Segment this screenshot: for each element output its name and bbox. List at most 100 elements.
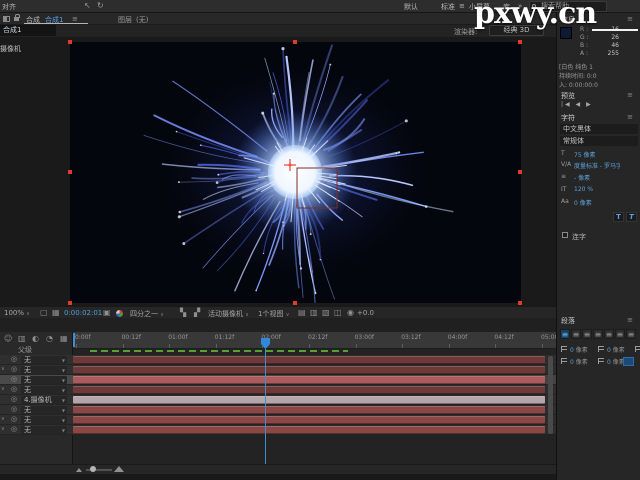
twirl-icon[interactable]: ∨ (1, 366, 5, 372)
pickwhip-icon[interactable]: ◎ (11, 405, 17, 413)
camera-view-dropdown[interactable]: 活动摄像机 ∨ (208, 309, 249, 319)
time-ruler[interactable]: 0:00f00:12f01:00f01:12f02:00f02:12f03:00… (73, 332, 556, 349)
pickwhip-icon[interactable]: ◎ (11, 415, 17, 423)
motion-blur-icon[interactable]: ◐ (32, 334, 39, 343)
timeline-layer-row[interactable]: ∨◎无▼ (0, 415, 556, 425)
grid-icon[interactable]: ▦ (52, 308, 60, 317)
exposure-value[interactable]: +0.0 (357, 309, 374, 317)
twirl-icon[interactable]: ∨ (1, 426, 5, 432)
character-panel-header[interactable]: 字符≡ (561, 113, 637, 123)
layer-duration-bar[interactable] (73, 406, 545, 414)
layer-duration-bar[interactable] (73, 386, 545, 394)
kerning-value[interactable]: 度量标准 - 罗马字 (574, 161, 620, 170)
layer-handle[interactable] (518, 170, 522, 174)
timeline-layer-row[interactable]: ∨◎无▼ (0, 385, 556, 395)
viewer-timecode[interactable]: 0:00:02:01 (64, 309, 102, 317)
rotate-tool-icon[interactable]: ↻ (97, 1, 104, 10)
twirl-icon[interactable]: ∨ (1, 416, 5, 422)
layer-duration-bar[interactable] (73, 426, 545, 434)
playback-controls[interactable]: |◀ ◀ ▶ (561, 101, 593, 108)
workspace-small-screen[interactable]: 小屏幕 (469, 2, 490, 12)
twirl-icon[interactable]: ∨ (1, 386, 5, 392)
tab-menu-icon[interactable]: ≡ (72, 15, 78, 23)
ligatures-checkbox[interactable] (562, 232, 568, 238)
pickwhip-icon[interactable]: ◎ (11, 355, 17, 363)
renderer-button[interactable]: 经典 3D (489, 25, 544, 36)
font-family-dropdown[interactable]: 中文黑体 (560, 124, 638, 134)
pixel-aspect-icon[interactable]: ▤ (298, 308, 306, 317)
faux-bold-button[interactable]: T (613, 212, 624, 222)
frame-blend-icon[interactable]: ▥ (18, 334, 26, 343)
panel-menu-icon[interactable]: ≡ (627, 113, 633, 121)
layer-handle[interactable] (293, 301, 297, 305)
flowchart-icon[interactable]: ◫ (334, 308, 342, 317)
text-align-button[interactable]: ≡ (604, 329, 614, 339)
guides-icon[interactable]: ▢ (40, 308, 48, 317)
zoom-out-mountain-icon[interactable] (76, 468, 82, 472)
row-track[interactable] (73, 405, 556, 415)
timeline-layer-row[interactable]: ◎4.摄像机▼ (0, 395, 556, 405)
timeline-layer-row[interactable]: ◎ 无▼ (0, 355, 556, 365)
parent-dropdown[interactable]: 无▼ (21, 376, 67, 384)
brainstorm-icon[interactable]: ◔ (46, 334, 53, 343)
view-layout-dropdown[interactable]: 1个视图 ∨ (258, 309, 289, 319)
timeline-layer-row[interactable]: ∨◎无▼ (0, 425, 556, 435)
row-track[interactable] (73, 355, 556, 365)
panel-menu-icon[interactable]: ≡ (627, 316, 633, 324)
layer-duration-bar[interactable] (73, 396, 545, 404)
workspace-menu-icon[interactable]: ≡ (459, 2, 465, 10)
parent-dropdown[interactable]: 无▼ (21, 356, 67, 364)
search-input[interactable]: 搜索帮助 (529, 1, 607, 12)
zoom-in-mountain-icon[interactable] (114, 466, 124, 472)
row-track[interactable] (73, 365, 556, 375)
info-panel-header[interactable]: 信息≡ (561, 15, 637, 25)
indent-left-value[interactable]: 0 像素 (570, 345, 588, 354)
transparency-grid-icon[interactable]: ▞ (194, 308, 200, 317)
timeline-layer-row[interactable]: ◎无▼ (0, 405, 556, 415)
panel-menu-icon[interactable]: ≡ (627, 91, 633, 99)
magnification-dropdown[interactable]: 100% ∨ (4, 309, 30, 317)
roi-icon[interactable]: ▚ (180, 308, 186, 317)
layer-duration-bar[interactable] (73, 356, 545, 364)
first-line-indent-value[interactable]: 0 像素 (570, 357, 588, 366)
timeline-layer-row[interactable]: ∨◎无▼ (0, 365, 556, 375)
timeline-vertical-scrollbar[interactable] (548, 356, 553, 434)
workspace-default[interactable]: 默认 (404, 2, 418, 12)
baseline-shift-value[interactable]: 0 像素 (574, 198, 620, 207)
align-panel-label[interactable]: 对齐 (2, 2, 16, 12)
row-track[interactable] (73, 375, 556, 385)
show-channel-icon[interactable] (116, 310, 123, 317)
layer-handle[interactable] (518, 301, 522, 305)
workspace-standard[interactable]: 标准 (441, 2, 455, 12)
text-align-button[interactable]: ≡ (582, 329, 592, 339)
row-track[interactable] (73, 425, 556, 435)
layer-handle[interactable] (68, 40, 72, 44)
tracking-value[interactable]: - 像素 (574, 173, 620, 182)
row-track[interactable] (73, 395, 556, 405)
pickwhip-icon[interactable]: ◎ (11, 375, 17, 383)
layer-duration-bar[interactable] (73, 366, 545, 374)
row-track[interactable] (73, 385, 556, 395)
comp-name-button[interactable]: 合成1 (0, 25, 56, 36)
parent-dropdown[interactable]: 4.摄像机▼ (21, 396, 67, 404)
graph-editor-icon[interactable]: ▦ (60, 334, 68, 343)
preview-panel-header[interactable]: 预览≡ (561, 91, 637, 101)
parent-dropdown[interactable]: 无▼ (21, 426, 67, 434)
row-track[interactable] (73, 415, 556, 425)
text-align-button[interactable]: ≡ (593, 329, 603, 339)
parent-dropdown[interactable]: 无▼ (21, 366, 67, 374)
lock-icon[interactable] (14, 17, 19, 21)
text-align-button[interactable]: ≡ (626, 329, 636, 339)
snapshot-icon[interactable]: ▣ (103, 308, 111, 317)
text-align-button[interactable]: ≡ (571, 329, 581, 339)
layer-handle[interactable] (293, 40, 297, 44)
resolution-dropdown[interactable]: 四分之一 ∨ (130, 309, 164, 319)
pickwhip-icon[interactable]: ◎ (11, 385, 17, 393)
exposure-icon[interactable]: ◉ (347, 308, 354, 317)
paragraph-panel-header[interactable]: 段落≡ (561, 316, 637, 326)
font-size-value[interactable]: 75 像素 (574, 150, 620, 159)
zoom-slider-handle[interactable] (90, 466, 96, 472)
workspace-library[interactable]: 库 (503, 2, 510, 12)
layer-duration-bar[interactable] (73, 416, 545, 424)
vertical-scale-value[interactable]: 120 % (574, 186, 620, 193)
